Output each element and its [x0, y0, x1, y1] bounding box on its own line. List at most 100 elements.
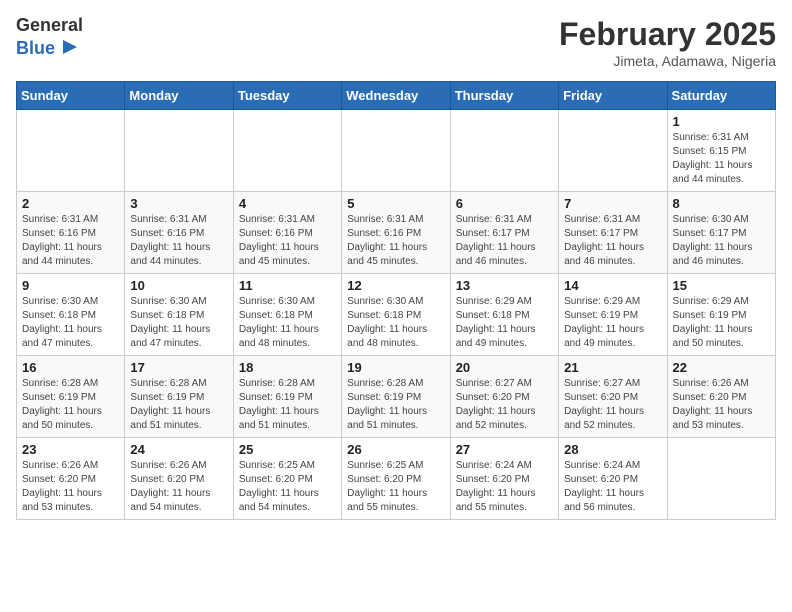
logo-icon	[59, 36, 81, 63]
day-info: Sunrise: 6:24 AM Sunset: 6:20 PM Dayligh…	[456, 459, 553, 515]
day-number: 17	[130, 360, 227, 375]
day-number: 24	[130, 442, 227, 457]
calendar-cell: 13 Sunrise: 6:29 AM Sunset: 6:18 PM Dayli…	[450, 274, 558, 356]
calendar-cell: 15 Sunrise: 6:29 AM Sunset: 6:19 PM Dayli…	[667, 274, 775, 356]
day-info: Sunrise: 6:29 AM Sunset: 6:19 PM Dayligh…	[673, 295, 770, 351]
day-info: Sunrise: 6:29 AM Sunset: 6:18 PM Dayligh…	[456, 295, 553, 351]
day-number: 4	[239, 196, 336, 211]
title-area: February 2025 Jimeta, Adamawa, Nigeria	[559, 16, 776, 69]
day-number: 2	[22, 196, 119, 211]
weekday-header: Thursday	[450, 82, 558, 110]
main-title: February 2025	[559, 16, 776, 53]
calendar-cell: 18Sunrise: 6:28 AM Sunset: 6:19 PM Dayli…	[233, 356, 341, 438]
logo-general: General	[16, 16, 83, 36]
calendar-cell	[342, 110, 450, 192]
day-info: Sunrise: 6:28 AM Sunset: 6:19 PM Dayligh…	[239, 377, 336, 433]
day-info: Sunrise: 6:31 AM Sunset: 6:15 PM Dayligh…	[673, 131, 770, 187]
subtitle: Jimeta, Adamawa, Nigeria	[559, 53, 776, 69]
day-number: 8	[673, 196, 770, 211]
logo: General Blue	[16, 16, 83, 62]
day-info: Sunrise: 6:30 AM Sunset: 6:17 PM Dayligh…	[673, 213, 770, 269]
calendar-cell	[125, 110, 233, 192]
calendar-week-row: 1 Sunrise: 6:31 AM Sunset: 6:15 PM Daylig…	[17, 110, 776, 192]
calendar-cell: 7 Sunrise: 6:31 AM Sunset: 6:17 PM Daylig…	[559, 192, 667, 274]
day-info: Sunrise: 6:24 AM Sunset: 6:20 PM Dayligh…	[564, 459, 661, 515]
day-number: 14	[564, 278, 661, 293]
calendar-table: SundayMondayTuesdayWednesdayThursdayFrid…	[16, 81, 776, 520]
day-number: 1	[673, 114, 770, 129]
day-info: Sunrise: 6:30 AM Sunset: 6:18 PM Dayligh…	[347, 295, 444, 351]
weekday-header: Friday	[559, 82, 667, 110]
calendar-cell: 12 Sunrise: 6:30 AM Sunset: 6:18 PM Dayli…	[342, 274, 450, 356]
day-number: 7	[564, 196, 661, 211]
calendar-cell: 5 Sunrise: 6:31 AM Sunset: 6:16 PM Daylig…	[342, 192, 450, 274]
day-number: 20	[456, 360, 553, 375]
calendar-header-row: SundayMondayTuesdayWednesdayThursdayFrid…	[17, 82, 776, 110]
calendar-cell	[233, 110, 341, 192]
calendar-cell: 25 Sunrise: 6:25 AM Sunset: 6:20 PM Dayli…	[233, 438, 341, 520]
calendar-week-row: 2 Sunrise: 6:31 AM Sunset: 6:16 PM Daylig…	[17, 192, 776, 274]
calendar-cell: 8 Sunrise: 6:30 AM Sunset: 6:17 PM Daylig…	[667, 192, 775, 274]
day-info: Sunrise: 6:30 AM Sunset: 6:18 PM Dayligh…	[239, 295, 336, 351]
calendar-cell: 14Sunrise: 6:29 AM Sunset: 6:19 PM Dayli…	[559, 274, 667, 356]
day-info: Sunrise: 6:28 AM Sunset: 6:19 PM Dayligh…	[130, 377, 227, 433]
day-number: 25	[239, 442, 336, 457]
weekday-header: Tuesday	[233, 82, 341, 110]
calendar-cell: 24 Sunrise: 6:26 AM Sunset: 6:20 PM Dayli…	[125, 438, 233, 520]
calendar-cell: 2 Sunrise: 6:31 AM Sunset: 6:16 PM Daylig…	[17, 192, 125, 274]
day-info: Sunrise: 6:26 AM Sunset: 6:20 PM Dayligh…	[22, 459, 119, 515]
day-number: 5	[347, 196, 444, 211]
calendar-cell: 10 Sunrise: 6:30 AM Sunset: 6:18 PM Dayli…	[125, 274, 233, 356]
day-info: Sunrise: 6:31 AM Sunset: 6:16 PM Dayligh…	[239, 213, 336, 269]
weekday-header: Sunday	[17, 82, 125, 110]
day-info: Sunrise: 6:25 AM Sunset: 6:20 PM Dayligh…	[347, 459, 444, 515]
day-number: 12	[347, 278, 444, 293]
day-number: 21	[564, 360, 661, 375]
calendar-cell: 23 Sunrise: 6:26 AM Sunset: 6:20 PM Dayli…	[17, 438, 125, 520]
calendar-week-row: 23 Sunrise: 6:26 AM Sunset: 6:20 PM Dayli…	[17, 438, 776, 520]
calendar-cell: 28 Sunrise: 6:24 AM Sunset: 6:20 PM Dayli…	[559, 438, 667, 520]
day-number: 26	[347, 442, 444, 457]
day-number: 15	[673, 278, 770, 293]
day-info: Sunrise: 6:28 AM Sunset: 6:19 PM Dayligh…	[22, 377, 119, 433]
day-number: 11	[239, 278, 336, 293]
day-info: Sunrise: 6:31 AM Sunset: 6:17 PM Dayligh…	[456, 213, 553, 269]
day-number: 23	[22, 442, 119, 457]
calendar-cell: 9 Sunrise: 6:30 AM Sunset: 6:18 PM Daylig…	[17, 274, 125, 356]
weekday-header: Saturday	[667, 82, 775, 110]
day-number: 13	[456, 278, 553, 293]
calendar-cell: 20Sunrise: 6:27 AM Sunset: 6:20 PM Dayli…	[450, 356, 558, 438]
day-number: 19	[347, 360, 444, 375]
day-info: Sunrise: 6:26 AM Sunset: 6:20 PM Dayligh…	[673, 377, 770, 433]
calendar-cell: 17 Sunrise: 6:28 AM Sunset: 6:19 PM Dayli…	[125, 356, 233, 438]
calendar-cell	[450, 110, 558, 192]
calendar-cell: 6 Sunrise: 6:31 AM Sunset: 6:17 PM Daylig…	[450, 192, 558, 274]
day-info: Sunrise: 6:28 AM Sunset: 6:19 PM Dayligh…	[347, 377, 444, 433]
day-number: 3	[130, 196, 227, 211]
day-number: 28	[564, 442, 661, 457]
calendar-cell	[559, 110, 667, 192]
day-number: 10	[130, 278, 227, 293]
calendar-cell	[17, 110, 125, 192]
calendar-cell	[667, 438, 775, 520]
day-info: Sunrise: 6:30 AM Sunset: 6:18 PM Dayligh…	[22, 295, 119, 351]
calendar-week-row: 16Sunrise: 6:28 AM Sunset: 6:19 PM Dayli…	[17, 356, 776, 438]
page-header: General Blue February 2025 Jimeta, Adama…	[16, 16, 776, 69]
calendar-cell: 4 Sunrise: 6:31 AM Sunset: 6:16 PM Daylig…	[233, 192, 341, 274]
calendar-cell: 27Sunrise: 6:24 AM Sunset: 6:20 PM Dayli…	[450, 438, 558, 520]
weekday-header: Wednesday	[342, 82, 450, 110]
day-number: 9	[22, 278, 119, 293]
day-info: Sunrise: 6:31 AM Sunset: 6:17 PM Dayligh…	[564, 213, 661, 269]
day-number: 6	[456, 196, 553, 211]
day-number: 22	[673, 360, 770, 375]
day-info: Sunrise: 6:26 AM Sunset: 6:20 PM Dayligh…	[130, 459, 227, 515]
weekday-header: Monday	[125, 82, 233, 110]
calendar-cell: 26 Sunrise: 6:25 AM Sunset: 6:20 PM Dayli…	[342, 438, 450, 520]
day-info: Sunrise: 6:25 AM Sunset: 6:20 PM Dayligh…	[239, 459, 336, 515]
calendar-cell: 1 Sunrise: 6:31 AM Sunset: 6:15 PM Daylig…	[667, 110, 775, 192]
day-info: Sunrise: 6:31 AM Sunset: 6:16 PM Dayligh…	[22, 213, 119, 269]
calendar-cell: 19 Sunrise: 6:28 AM Sunset: 6:19 PM Dayli…	[342, 356, 450, 438]
day-info: Sunrise: 6:31 AM Sunset: 6:16 PM Dayligh…	[130, 213, 227, 269]
day-info: Sunrise: 6:30 AM Sunset: 6:18 PM Dayligh…	[130, 295, 227, 351]
day-info: Sunrise: 6:31 AM Sunset: 6:16 PM Dayligh…	[347, 213, 444, 269]
